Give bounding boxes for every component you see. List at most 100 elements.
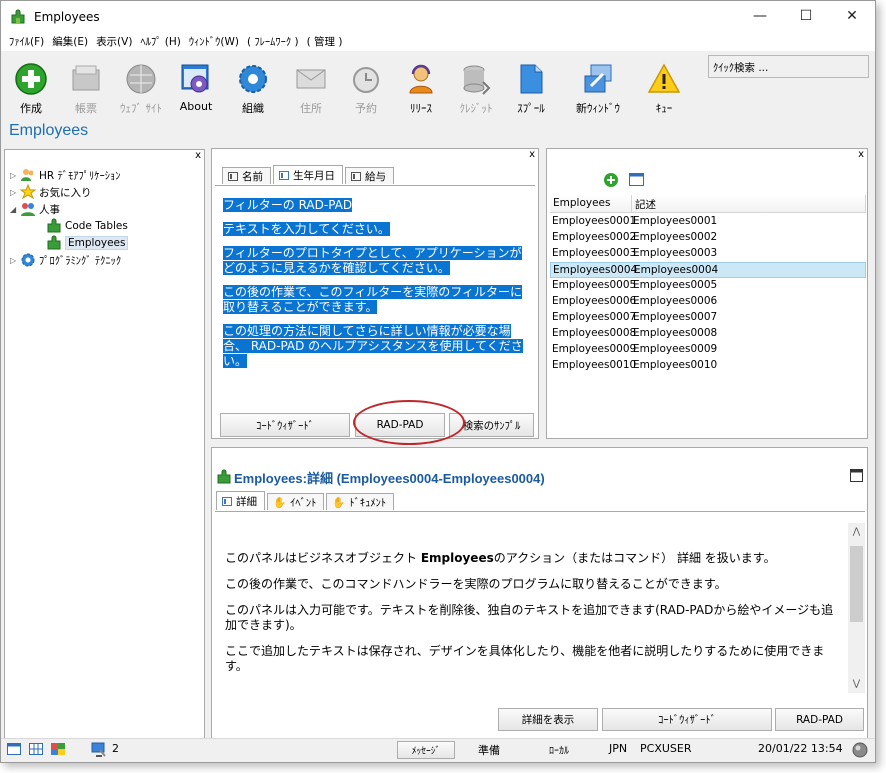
detail-rad-pad-button[interactable]: RAD-PAD xyxy=(775,708,864,731)
cell-employees: Employees0008 xyxy=(552,327,637,339)
website-button[interactable]: ｳｪﾌﾞ ｻｲﾄ xyxy=(111,62,171,116)
panel-icon xyxy=(228,171,238,181)
status-indicator-icon xyxy=(852,742,868,758)
column-description[interactable]: 記述 xyxy=(632,195,866,212)
puzzle-icon xyxy=(47,218,61,233)
page-title: Employees xyxy=(9,122,89,139)
globe-icon xyxy=(126,64,156,94)
tab-detail[interactable]: 詳細 xyxy=(216,491,265,510)
cell-employees: Employees0001 xyxy=(552,215,637,227)
menu-admin[interactable]: ( 管理 ) xyxy=(305,34,349,49)
about-button[interactable]: About xyxy=(166,62,226,116)
collapse-icon[interactable]: ◢ xyxy=(10,205,20,214)
close-button[interactable]: ✕ xyxy=(829,1,875,31)
org-button[interactable]: 組織 xyxy=(223,62,283,116)
list-close-icon[interactable]: x xyxy=(858,149,864,160)
tab-name[interactable]: 名前 xyxy=(222,167,271,184)
add-icon[interactable] xyxy=(603,172,619,188)
code-wizard-button[interactable]: ｺｰﾄﾞｳｨｻﾞｰﾄﾞ xyxy=(220,413,350,437)
panel-layout-icon[interactable] xyxy=(7,743,21,755)
filter-close-icon[interactable]: x xyxy=(529,149,535,160)
tab-salary[interactable]: 給与 xyxy=(345,167,394,184)
tree-node-code-tables[interactable]: Code Tables xyxy=(46,218,128,234)
tree-node-programming[interactable]: ▷ ﾌﾟﾛｸﾞﾗﾐﾝｸﾞ ﾃｸﾆｯｸ xyxy=(10,252,121,268)
tree-node-hr[interactable]: ▷ HR ﾃﾞﾓｱﾌﾟﾘｹｰｼｮﾝ xyxy=(10,167,121,183)
color-tiles-icon[interactable] xyxy=(51,743,65,755)
tab-documents[interactable]: ✋ ﾄﾞｷｭﾒﾝﾄ xyxy=(326,493,395,510)
clock-icon xyxy=(353,67,379,93)
table-row[interactable]: Employees0010 Employees0010 xyxy=(550,358,866,374)
tree-node-personnel[interactable]: ◢ 人事 xyxy=(10,201,60,217)
show-detail-button[interactable]: 詳細を表示 xyxy=(498,708,598,731)
messages-button[interactable]: ﾒｯｾｰｼﾞ xyxy=(397,741,455,759)
scroll-up-icon[interactable]: ⋀ xyxy=(848,527,865,537)
ledger-button[interactable]: 帳票 xyxy=(56,62,116,116)
table-row[interactable]: Employees0009 Employees0009 xyxy=(550,342,866,358)
expand-icon[interactable]: ▷ xyxy=(10,171,20,180)
warning-icon xyxy=(647,63,681,93)
tab-birthdate[interactable]: 生年月日 xyxy=(273,165,343,184)
minimize-button[interactable]: — xyxy=(737,1,783,31)
detail-rad-pad-text[interactable]: このパネルはビジネスオブジェクト Employeesのアクション（またはコマンド… xyxy=(225,551,845,685)
table-row[interactable]: Employees0001 Employees0001 xyxy=(550,214,866,230)
table-row[interactable]: Employees0007 Employees0007 xyxy=(550,310,866,326)
cell-employees: Employees0007 xyxy=(552,311,637,323)
menu-framework[interactable]: ( ﾌﾚｰﾑﾜｰｸ ) xyxy=(245,34,305,49)
cell-employees: Employees0006 xyxy=(552,295,637,307)
table-row[interactable]: Employees0008 Employees0008 xyxy=(550,326,866,342)
table-row[interactable]: Employees0006 Employees0006 xyxy=(550,294,866,310)
filter-rad-pad-text[interactable]: フィルターの RAD-PAD テキストを入力してください。 フィルターのプロトタ… xyxy=(223,198,528,378)
menu-window[interactable]: ｳｨﾝﾄﾞｳ(W) xyxy=(187,34,245,49)
window-icon[interactable] xyxy=(629,173,644,186)
detail-scrollbar[interactable]: ⋀ ⋁ xyxy=(848,523,865,693)
grid-layout-icon[interactable] xyxy=(29,743,43,755)
cell-description: Employees0001 xyxy=(633,215,718,227)
table-row[interactable]: Employees0004 Employees0004 xyxy=(550,262,866,278)
window-count: 2 xyxy=(112,742,119,755)
toolbar: 作成 帳票 ｳｪﾌﾞ ｻｲﾄ About 組織 住所 予約 ﾘﾘｰｽ ｸﾚｼﾞｯ… xyxy=(1,52,875,118)
menu-file[interactable]: ﾌｧｲﾙ(F) xyxy=(7,34,50,49)
menu-edit[interactable]: 編集(E) xyxy=(50,34,94,49)
create-button[interactable]: 作成 xyxy=(1,62,61,116)
folder-icon xyxy=(72,65,100,91)
cell-employees: Employees0010 xyxy=(552,359,637,371)
panel-icon xyxy=(279,170,289,180)
new-window-button[interactable]: 新ｳｨﾝﾄﾞｳ xyxy=(568,62,628,116)
status-location: ﾛｰｶﾙ xyxy=(549,746,569,757)
table-row[interactable]: Employees0005 Employees0005 xyxy=(550,278,866,294)
address-button[interactable]: 住所 xyxy=(281,62,341,116)
quick-search-input[interactable]: ｸｲｯｸ検索 ... xyxy=(708,55,869,78)
credit-button[interactable]: ｸﾚｼﾞｯﾄ xyxy=(446,62,506,116)
column-employees[interactable]: Employees xyxy=(550,195,632,212)
tree-close-icon[interactable]: x xyxy=(195,150,201,161)
queue-button[interactable]: ｷｭｰ xyxy=(634,62,694,116)
cell-description: Employees0003 xyxy=(633,247,718,259)
cell-employees: Employees0009 xyxy=(552,343,637,355)
menu-view[interactable]: 表示(V) xyxy=(94,34,138,49)
app-window: Employees — ☐ ✕ ﾌｧｲﾙ(F) 編集(E) 表示(V) ﾍﾙﾌﾟ… xyxy=(0,0,876,763)
release-button[interactable]: ﾘﾘｰｽ xyxy=(391,62,451,116)
operator-icon xyxy=(409,64,433,94)
menu-help[interactable]: ﾍﾙﾌﾟ (H) xyxy=(138,34,186,49)
detail-code-wizard-button[interactable]: ｺｰﾄﾞｳｨｻﾞｰﾄﾞ xyxy=(602,708,772,731)
tab-events[interactable]: ✋ ｲﾍﾞﾝﾄ xyxy=(267,493,325,510)
maximize-panel-icon[interactable] xyxy=(850,469,863,482)
tree-node-favorites[interactable]: ▷ お気に入り xyxy=(10,184,92,200)
scroll-thumb[interactable] xyxy=(850,546,863,622)
table-row[interactable]: Employees0002 Employees0002 xyxy=(550,230,866,246)
status-user: PCXUSER xyxy=(640,742,692,755)
group-icon xyxy=(21,203,35,216)
cell-employees: Employees0005 xyxy=(552,279,637,291)
panel-icon xyxy=(222,496,232,506)
spool-button[interactable]: ｽﾌﾟｰﾙ xyxy=(501,62,561,116)
maximize-button[interactable]: ☐ xyxy=(783,1,829,31)
scroll-down-icon[interactable]: ⋁ xyxy=(848,679,865,689)
menu-bar: ﾌｧｲﾙ(F) 編集(E) 表示(V) ﾍﾙﾌﾟ (H) ｳｨﾝﾄﾞｳ(W) (… xyxy=(1,32,875,51)
expand-icon[interactable]: ▷ xyxy=(10,188,20,197)
cell-description: Employees0007 xyxy=(633,311,718,323)
cell-employees: Employees0003 xyxy=(552,247,637,259)
reserve-button[interactable]: 予約 xyxy=(336,62,396,116)
expand-icon[interactable]: ▷ xyxy=(10,256,20,265)
table-row[interactable]: Employees0003 Employees0003 xyxy=(550,246,866,262)
tree-node-employees[interactable]: Employees xyxy=(46,235,129,251)
